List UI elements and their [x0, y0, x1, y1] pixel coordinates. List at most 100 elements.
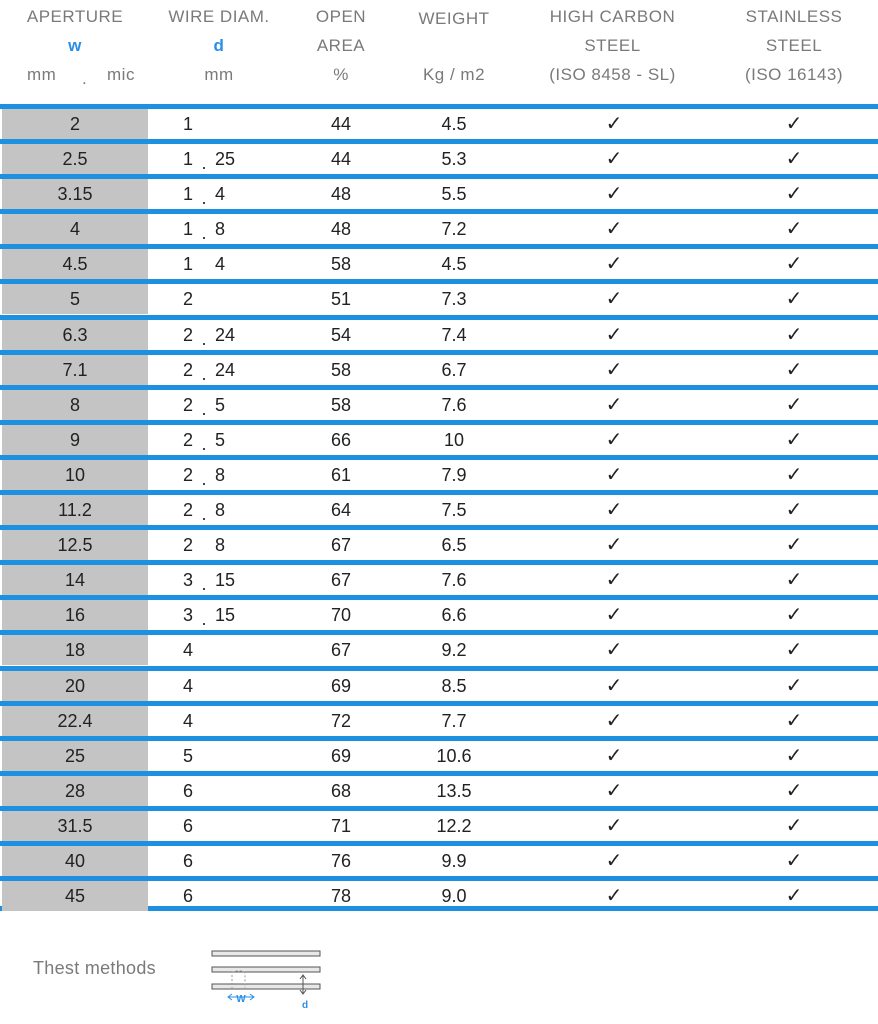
wire-diam-cell: 4	[183, 635, 283, 665]
table-row: 7.1 2. 24 58 6.7 ✓ ✓	[0, 349, 878, 385]
open-area-cell: 76	[330, 850, 352, 871]
header-open-line1: OPEN	[315, 7, 367, 26]
wire-diam-int: 2	[183, 394, 194, 415]
table-row: 14 3. 15 67 7.6 ✓ ✓	[0, 560, 878, 596]
weight-cell: 9.9	[441, 850, 467, 871]
wire-diam-cell: 6	[183, 881, 283, 911]
wire-mesh-diagram-icon: W d	[211, 950, 321, 1011]
wire-diam-cell: 1. 25	[183, 144, 283, 174]
wire-diam-int: 1	[183, 114, 194, 134]
table-row: 10 2. 8 61 7.9 ✓ ✓	[0, 454, 878, 490]
open-area-cell: 72	[330, 710, 352, 731]
weight-cell: 13.5	[436, 780, 472, 801]
header-open-area: OPEN AREA %	[300, 2, 382, 89]
header-open-unit: %	[333, 65, 349, 84]
wire-diam-cell: 2. 24	[183, 320, 283, 350]
table-row: 40 6 76 9.9 ✓ ✓	[0, 840, 878, 876]
weight-cell: 7.2	[441, 219, 467, 240]
stainless-check-icon: ✓	[785, 218, 803, 241]
high-carbon-check-icon: ✓	[605, 639, 623, 662]
header-weight-title: WEIGHT	[418, 9, 490, 28]
aperture-cell: 40	[2, 845, 148, 876]
stainless-check-icon: ✓	[785, 534, 803, 557]
wire-diam-int: 6	[183, 886, 194, 907]
high-carbon-check-icon: ✓	[605, 814, 623, 837]
wire-diam-int: 4	[183, 710, 194, 731]
unit-mic: mic	[107, 65, 135, 84]
wire-diam-frac: 25	[215, 149, 236, 170]
aperture-cell: 5	[2, 284, 148, 315]
open-area-cell: 67	[330, 570, 352, 591]
unit-separator: .	[82, 69, 88, 88]
high-carbon-check-icon: ✓	[605, 534, 623, 557]
wire-diam-cell: 6	[183, 846, 283, 876]
wire-diam-cell: 28	[183, 530, 283, 560]
wire-diam-cell: 2.8	[183, 460, 283, 490]
wire-diam-frac: 24	[215, 359, 236, 380]
wire-diam-int: 2	[183, 464, 194, 485]
stainless-check-icon: ✓	[785, 463, 803, 486]
weight-cell: 8.5	[441, 675, 467, 696]
open-area-cell: 58	[330, 359, 352, 380]
weight-cell: 9.0	[441, 886, 467, 907]
header-wire-unit: mm	[204, 65, 234, 84]
header-aperture: APERTURE w mm . mic	[10, 2, 140, 89]
stainless-check-icon: ✓	[785, 604, 803, 627]
high-carbon-check-icon: ✓	[605, 779, 623, 802]
weight-cell: 7.3	[441, 289, 467, 310]
weight-cell: 10.6	[436, 745, 472, 766]
open-area-cell: 68	[330, 780, 352, 801]
stainless-check-icon: ✓	[785, 183, 803, 206]
open-area-cell: 54	[330, 324, 352, 345]
wire-diam-int: 1	[183, 149, 194, 170]
wire-diam-int: 4	[183, 675, 194, 696]
high-carbon-check-icon: ✓	[605, 674, 623, 697]
open-area-cell: 44	[330, 149, 352, 170]
weight-cell: 7.7	[441, 710, 467, 731]
stainless-check-icon: ✓	[785, 253, 803, 276]
table-row: 3.15 1. 4 48 5.5 ✓ ✓	[0, 174, 878, 210]
aperture-cell: 2.5	[2, 144, 148, 175]
mesh-spec-table: 2 1 44 4.5 ✓ ✓ 2.5 1. 25 44 5.3 ✓ ✓ 3.15 1. 4 48 5.5 ✓ ✓ 4 1.…	[0, 104, 878, 912]
table-row: 4 1. 8 48 7.2 ✓ ✓	[0, 209, 878, 245]
stainless-check-icon: ✓	[785, 393, 803, 416]
diagram-w-label: W	[236, 994, 246, 1005]
table-row: 8 2. 5 58 7.6 ✓ ✓	[0, 384, 878, 420]
high-carbon-check-icon: ✓	[605, 428, 623, 451]
weight-cell: 5.3	[441, 149, 467, 170]
aperture-cell: 28	[2, 775, 148, 806]
stainless-check-icon: ✓	[785, 814, 803, 837]
table-row: 4.5 1 4 58 4.5 ✓ ✓	[0, 244, 878, 280]
wire-diam-int: 6	[183, 780, 194, 801]
open-area-cell: 67	[330, 640, 352, 661]
header-ss-line3: (ISO 16143)	[744, 65, 844, 84]
wire-diam-frac: 24	[215, 324, 236, 345]
open-area-cell: 69	[330, 745, 352, 766]
high-carbon-check-icon: ✓	[605, 849, 623, 872]
aperture-cell: 25	[2, 740, 148, 771]
wire-diam-cell: 2	[183, 284, 283, 314]
aperture-cell: 22.4	[2, 705, 148, 736]
stainless-check-icon: ✓	[785, 323, 803, 346]
stainless-check-icon: ✓	[785, 709, 803, 732]
aperture-cell: 45	[2, 881, 148, 912]
wire-diam-cell: 3. 15	[183, 600, 283, 630]
header-wire-title: WIRE DIAM.	[168, 7, 270, 26]
weight-cell: 4.5	[441, 114, 467, 134]
high-carbon-check-icon: ✓	[605, 218, 623, 241]
stainless-check-icon: ✓	[785, 674, 803, 697]
open-area-cell: 78	[330, 886, 352, 907]
aperture-cell: 7.1	[2, 354, 148, 385]
wire-diam-int: 1	[183, 254, 194, 275]
high-carbon-check-icon: ✓	[605, 499, 623, 522]
aperture-cell: 16	[2, 600, 148, 631]
open-area-cell: 61	[330, 464, 352, 485]
aperture-cell: 2	[2, 109, 148, 139]
high-carbon-check-icon: ✓	[605, 569, 623, 592]
table-row: 18 4 67 9.2 ✓ ✓	[0, 630, 878, 666]
wire-diam-cell: 2.5	[183, 390, 283, 420]
test-methods-label: Thest methods	[33, 958, 156, 978]
table-row: 28 6 68 13.5 ✓ ✓	[0, 770, 878, 806]
header-aperture-symbol: w	[68, 36, 82, 55]
aperture-cell: 18	[2, 635, 148, 666]
